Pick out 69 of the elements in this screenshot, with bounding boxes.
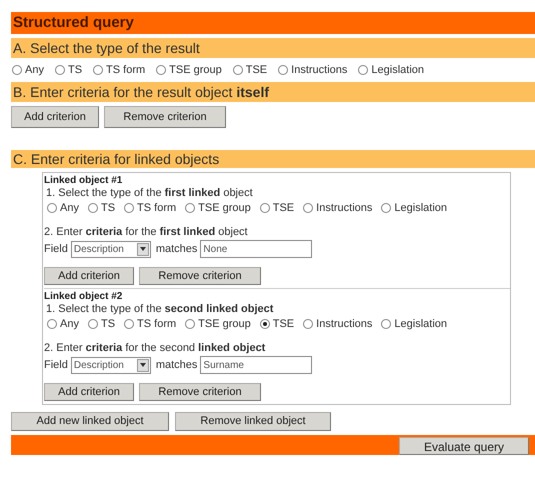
radio-label: TSE group (198, 200, 251, 216)
radio-label: TSE group (198, 316, 251, 332)
button[interactable]: Add criterion (44, 267, 134, 285)
radio-label: Any (60, 200, 79, 216)
radio-button[interactable] (156, 65, 166, 75)
matches-label: matches (156, 242, 198, 257)
step-text: 2. Enter criteria for the first linked object (44, 226, 249, 239)
radio-label: Instructions (291, 62, 348, 78)
radio-label: TSE (272, 316, 294, 332)
step-text: 1. Select the type of the first linked object (45, 187, 254, 200)
button[interactable]: Remove linked object (175, 412, 331, 431)
matches-input[interactable]: None (200, 240, 312, 258)
radio-button[interactable] (185, 203, 196, 213)
radio-button[interactable] (124, 319, 134, 329)
step-text: 2. Enter criteria for the second linked object (44, 342, 266, 355)
radio-button[interactable] (303, 203, 314, 213)
field-label: Field (44, 358, 68, 373)
radio-button[interactable] (93, 65, 104, 75)
radio-button[interactable] (88, 203, 98, 213)
radio-label: Legislation (394, 316, 447, 332)
radio-button[interactable] (358, 65, 368, 75)
radio-button[interactable] (12, 65, 22, 75)
radio-label: Legislation (394, 200, 447, 216)
radio-button[interactable] (185, 319, 196, 329)
button[interactable]: Add criterion (11, 106, 99, 128)
radio-button[interactable] (47, 203, 57, 213)
linked-object-title: Linked object #1 (44, 175, 124, 187)
button[interactable]: Remove criterion (104, 106, 226, 128)
button[interactable]: Evaluate query (399, 437, 529, 455)
radio-button[interactable] (124, 203, 134, 213)
radio-label: TS form (106, 62, 146, 78)
radio-label: Legislation (371, 62, 424, 78)
radio-button[interactable] (278, 65, 288, 75)
radio-button[interactable] (88, 319, 98, 329)
radio-label: TS (100, 200, 116, 216)
matches-input[interactable]: Surname (200, 356, 312, 374)
button[interactable]: Remove criterion (139, 383, 261, 401)
button[interactable]: Remove criterion (139, 267, 261, 285)
linked-object-title: Linked object #2 (44, 291, 124, 303)
radio-label: TSE (272, 200, 294, 216)
radio-label: TS (68, 62, 82, 78)
radio-label: TSE group (169, 62, 222, 78)
section-heading: A. Select the type of the result (11, 38, 535, 58)
radio-button[interactable] (260, 203, 270, 213)
radio-label: TS form (137, 200, 176, 216)
step-text: 1. Select the type of the second linked object (45, 303, 274, 316)
radio-button[interactable] (381, 319, 392, 329)
radio-button[interactable] (260, 319, 270, 329)
radio-label: Any (25, 62, 44, 78)
radio-button[interactable] (54, 65, 65, 75)
radio-button[interactable] (232, 65, 243, 75)
radio-label: TS (100, 316, 116, 332)
field-select[interactable]: Description (70, 356, 151, 374)
field-select[interactable]: Description (70, 240, 151, 258)
radio-button[interactable] (303, 319, 314, 329)
matches-label: matches (156, 358, 198, 373)
field-label: Field (44, 242, 68, 257)
button[interactable]: Add new linked object (11, 412, 169, 431)
radio-button[interactable] (47, 319, 57, 329)
section-heading: B. Enter criteria for the result object itself (11, 82, 535, 102)
radio-label: Any (60, 316, 79, 332)
radio-button[interactable] (381, 203, 392, 213)
page-title: Structured query (11, 12, 535, 34)
radio-label: TSE (246, 62, 268, 78)
radio-label: Instructions (316, 316, 372, 332)
section-heading: C. Enter criteria for linked objects (11, 150, 535, 168)
radio-label: TS form (137, 316, 176, 332)
radio-label: Instructions (316, 200, 372, 216)
button[interactable]: Add criterion (44, 383, 134, 401)
